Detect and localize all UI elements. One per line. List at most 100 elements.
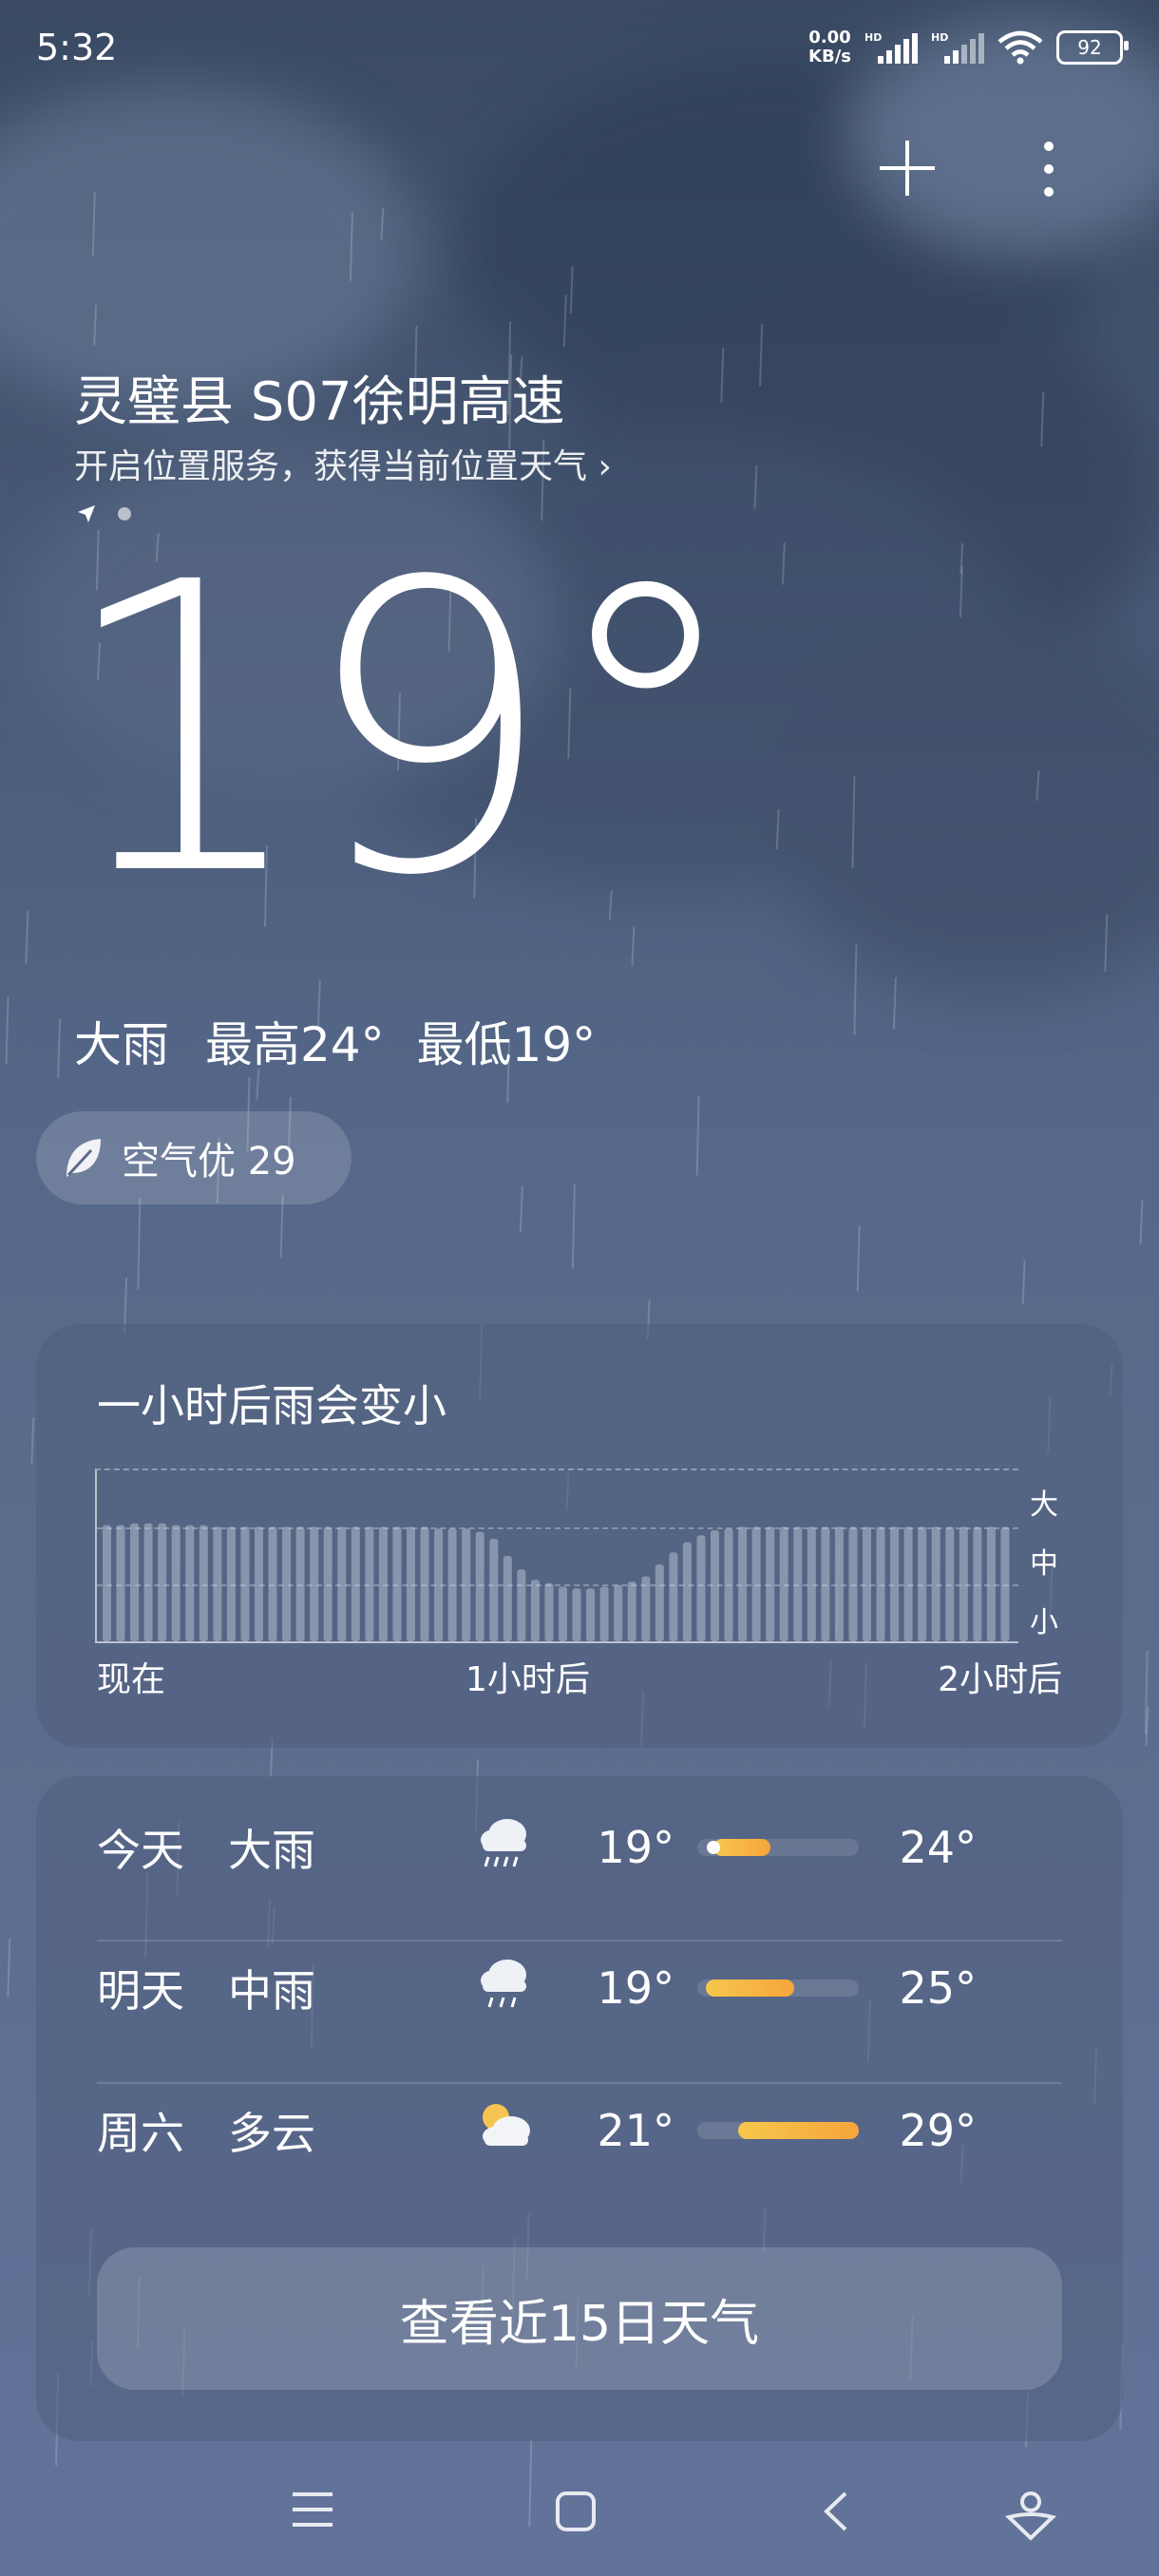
rain-bar <box>295 1526 305 1641</box>
rain-bar <box>310 1526 319 1641</box>
signal-icon: HD <box>864 31 918 64</box>
rain-bar <box>282 1526 292 1641</box>
current-condition: 大雨 <box>74 1017 169 1072</box>
more-menu-icon[interactable] <box>1039 141 1058 198</box>
air-quality-pill[interactable]: 空气优 29 <box>36 1111 352 1204</box>
forecast-high: 24° <box>899 1822 977 1873</box>
rain-bar <box>434 1528 444 1641</box>
rain-bar <box>959 1526 968 1641</box>
forecast-day: 周六 <box>97 2108 184 2159</box>
forecast-high: 29° <box>899 2105 977 2156</box>
rain-bar <box>834 1526 844 1641</box>
navigation-bar <box>0 2453 1159 2576</box>
forecast-row-today[interactable]: 今天 大雨 19° 24° <box>97 1776 1062 1919</box>
rain-bar <box>323 1526 332 1641</box>
rain-bar <box>351 1526 360 1641</box>
low-temp: 最低19° <box>416 1017 597 1072</box>
battery-level: 92 <box>1077 36 1102 59</box>
rain-bar <box>517 1569 526 1641</box>
rain-bar <box>738 1526 748 1641</box>
menu-icon[interactable] <box>291 2491 334 2532</box>
home-icon[interactable] <box>555 2491 597 2536</box>
leaf-icon <box>66 1139 101 1177</box>
rain-forecast-card[interactable]: 一小时后雨会变小 大 中 小 现在 1小时后 2小时后 <box>36 1324 1123 1748</box>
network-speed-value: 0.00 <box>808 28 851 47</box>
forecast-low: 19° <box>597 1962 674 2014</box>
x-label-now: 现在 <box>97 1660 166 1699</box>
status-bar: 5:32 0.00 KB/s HD HD 92 <box>36 27 1129 84</box>
forecast-day: 今天 <box>97 1825 184 1876</box>
rain-bar <box>378 1526 388 1641</box>
level-heavy: 大 <box>1030 1488 1058 1522</box>
temp-range-fill <box>713 1839 770 1856</box>
temp-range-fill <box>737 2122 859 2139</box>
partly-cloudy-icon <box>475 2096 580 2166</box>
high-temp: 最高24° <box>205 1017 385 1072</box>
rain-bar <box>199 1525 208 1641</box>
forecast-row-saturday[interactable]: 周六 多云 21° 29° <box>97 2059 1062 2202</box>
rain-bar <box>627 1582 636 1641</box>
rain-bar <box>255 1526 263 1641</box>
rain-bar <box>945 1526 955 1641</box>
rain-bar <box>143 1523 153 1641</box>
rain-bar <box>655 1564 664 1641</box>
level-light: 小 <box>1030 1606 1058 1639</box>
rain-bar <box>337 1526 347 1641</box>
rain-bar <box>863 1526 871 1641</box>
temp-range-bar <box>697 1839 859 1856</box>
rain-levels: 大 中 小 <box>1030 1476 1058 1653</box>
rain-bar <box>918 1526 927 1641</box>
rain-bar <box>226 1526 236 1641</box>
rain-bar <box>696 1535 706 1641</box>
rain-bar <box>986 1526 996 1641</box>
rain-bar <box>586 1588 596 1641</box>
rain-bar <box>711 1530 719 1641</box>
rain-bar <box>890 1526 900 1641</box>
back-icon[interactable] <box>821 2491 849 2536</box>
forecast-low: 21° <box>597 2105 674 2156</box>
rain-chart <box>95 1468 1018 1643</box>
battery-indicator: 92 <box>1056 30 1129 65</box>
forecast-desc: 多云 <box>228 2108 315 2159</box>
forecast-row-tomorrow[interactable]: 明天 中雨 19° 25° <box>97 1917 1062 2059</box>
rain-bar <box>973 1526 982 1641</box>
rain-bar <box>807 1526 816 1641</box>
forecast-desc: 大雨 <box>228 1825 315 1876</box>
rain-bar <box>614 1584 623 1641</box>
rain-bar <box>530 1580 540 1641</box>
signal-icon-2: HD <box>931 31 984 64</box>
rain-bar <box>572 1588 581 1641</box>
rain-bar <box>821 1526 830 1641</box>
rain-bar <box>392 1526 402 1641</box>
rain-bars <box>103 1523 1010 1641</box>
assistant-icon[interactable] <box>1005 2491 1056 2546</box>
network-speed: 0.00 KB/s <box>808 28 851 66</box>
rain-bar <box>462 1528 471 1641</box>
temp-range-bar <box>697 1979 859 1997</box>
rain-bar <box>503 1556 512 1641</box>
add-city-icon[interactable] <box>878 139 937 198</box>
chevron-right-icon: › <box>598 447 612 486</box>
rain-bar <box>268 1526 277 1641</box>
rain-bar <box>130 1523 140 1641</box>
rain-bar <box>903 1526 913 1641</box>
weather-summary: 大雨 最高24° 最低19° <box>74 1007 596 1075</box>
rain-bar <box>240 1526 250 1641</box>
rain-bar <box>420 1526 429 1641</box>
rain-bar <box>931 1526 940 1641</box>
forecast-low: 19° <box>597 1822 674 1873</box>
location-service-link[interactable]: 开启位置服务，获得当前位置天气 › <box>74 439 612 488</box>
x-label-1h: 1小时后 <box>466 1660 590 1699</box>
forecast-high: 25° <box>899 1962 977 2014</box>
view-15-day-forecast-button[interactable]: 查看近15日天气 <box>97 2247 1062 2390</box>
heavy-rain-icon <box>475 1813 580 1883</box>
rain-bar <box>185 1525 195 1641</box>
wifi-icon <box>998 30 1043 65</box>
current-temp-dot <box>707 1841 720 1854</box>
rain-bar <box>1000 1526 1010 1641</box>
rain-bar <box>779 1526 788 1641</box>
rain-bar <box>544 1582 554 1641</box>
rain-bar <box>171 1525 180 1641</box>
svg-text:HD: HD <box>931 31 948 44</box>
moderate-rain-icon <box>475 1954 580 2023</box>
